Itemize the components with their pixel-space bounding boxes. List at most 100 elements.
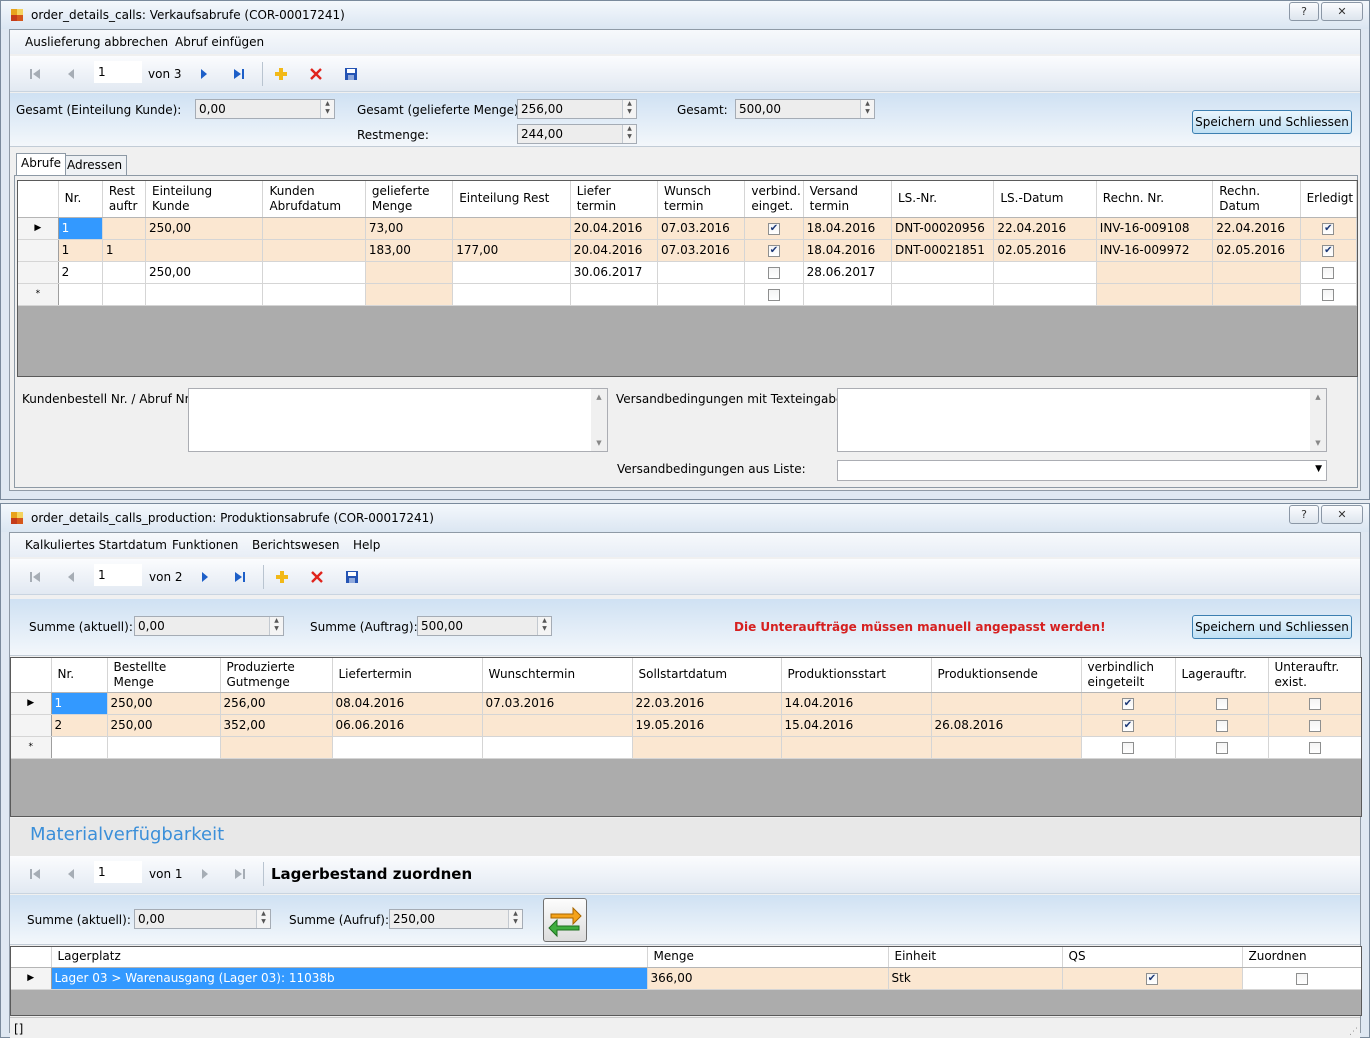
versand-liste-dropdown[interactable]: ▼ [837, 460, 1327, 481]
cell-kunden-abrufdatum[interactable] [262, 217, 366, 240]
help-button[interactable]: ? [1289, 505, 1319, 524]
col-header-ls-datum[interactable]: LS.-Datum [993, 181, 1097, 218]
cell-versandtermin[interactable]: 28.06.2017 [803, 261, 892, 284]
cell-unterauftr-exist[interactable] [1268, 714, 1361, 737]
cell-ls-nr[interactable]: DNT-00021851 [891, 239, 995, 262]
cell-ls-datum[interactable]: 22.04.2016 [993, 217, 1097, 240]
col-header-ls-nr[interactable]: LS.-Nr. [891, 181, 995, 218]
versand-text-textarea[interactable]: ▲ ▼ [837, 388, 1327, 452]
col-header-einheit[interactable]: Einheit [888, 947, 1063, 968]
cell-ls-nr[interactable] [891, 261, 995, 284]
cell-verbindlich-eingeteilt[interactable]: ✔ [1081, 692, 1176, 715]
cell-zuordnen[interactable] [1242, 967, 1361, 990]
menu-auslieferung-abbrechen[interactable]: Auslieferung abbrechen [25, 35, 168, 49]
col-header-nr[interactable]: Nr. [51, 658, 108, 693]
cell-einteilung-rest[interactable] [452, 261, 571, 284]
cell-rechn-nr[interactable] [1096, 261, 1214, 284]
cell-verbindlich-eingeteilt[interactable]: ✔ [1081, 714, 1176, 737]
cell-nr[interactable]: 1 [58, 217, 103, 240]
cell-einteilung-rest[interactable]: 177,00 [452, 239, 571, 262]
spin-buttons-icon[interactable]: ▲ ▼ [269, 617, 283, 635]
cell-lagerauftr[interactable] [1175, 736, 1269, 759]
spin-buttons-icon[interactable]: ▲ ▼ [622, 125, 636, 143]
cell-wunschtermin[interactable]: 07.03.2016 [657, 239, 746, 262]
spin-buttons-icon[interactable]: ▲ ▼ [622, 100, 636, 118]
cell-rechn-nr[interactable] [1096, 283, 1214, 306]
cell-rest-auftr[interactable] [102, 217, 147, 240]
chevron-down-icon[interactable]: ▼ [1315, 464, 1322, 474]
cell-verbind-einget[interactable] [744, 261, 804, 284]
cell-wunschtermin[interactable]: 07.03.2016 [657, 217, 746, 240]
cell-liefertermin[interactable]: 08.04.2016 [332, 692, 483, 715]
checkbox-checked-icon[interactable]: ✔ [1322, 244, 1335, 257]
cell-versandtermin[interactable] [803, 283, 892, 306]
cell-liefertermin[interactable] [570, 283, 659, 306]
col-header-unterauftr-exist[interactable]: Unterauftr. exist. [1268, 658, 1361, 693]
checkbox-checked-icon[interactable]: ✔ [1122, 719, 1134, 732]
cell-wunschtermin[interactable] [482, 714, 633, 737]
cell-ls-datum[interactable]: 02.05.2016 [993, 239, 1097, 262]
col-header-wunschtermin[interactable]: Wunsch termin [657, 181, 746, 218]
checkbox-icon[interactable] [767, 266, 780, 279]
position-input[interactable] [94, 564, 142, 586]
cell-erledigt[interactable]: ✔ [1300, 217, 1357, 240]
current-row-indicator-icon[interactable]: ▶ [11, 967, 52, 990]
col-header-lagerauftr[interactable]: Lagerauftr. [1175, 658, 1269, 693]
next-record-icon[interactable] [198, 570, 212, 584]
checkbox-icon[interactable] [767, 288, 780, 301]
previous-record-icon[interactable] [64, 867, 78, 881]
cell-ls-datum[interactable] [993, 261, 1097, 284]
col-header-kunden-abrufdatum[interactable]: Kunden Abrufdatum [262, 181, 366, 218]
previous-record-icon[interactable] [64, 570, 78, 584]
cell-erledigt[interactable]: ✔ [1300, 239, 1357, 262]
table-row[interactable]: 2 250,00 30.06.2017 28.06.2017 [18, 261, 1357, 284]
cell-lagerauftr[interactable] [1175, 692, 1269, 715]
cell-rechn-datum[interactable]: 22.04.2016 [1212, 217, 1301, 240]
col-header-einteilung-rest[interactable]: Einteilung Rest [452, 181, 571, 218]
current-row-indicator-icon[interactable]: ▶ [18, 217, 59, 240]
cell-wunschtermin[interactable] [657, 261, 746, 284]
checkbox-icon[interactable] [1322, 266, 1335, 279]
kundenbestell-textarea[interactable]: ▲ ▼ [188, 388, 608, 452]
cell-kunden-abrufdatum[interactable] [262, 283, 366, 306]
cell-sollstartdatum[interactable]: 22.03.2016 [632, 692, 782, 715]
cell-nr[interactable]: 2 [58, 261, 103, 284]
col-header-zuordnen[interactable]: Zuordnen [1242, 947, 1361, 968]
cell-produktionsende[interactable] [931, 736, 1082, 759]
menu-berichtswesen[interactable]: Berichtswesen [252, 538, 339, 552]
cell-verbindlich-eingeteilt[interactable] [1081, 736, 1176, 759]
first-record-icon[interactable] [28, 570, 42, 584]
save-and-close-button[interactable]: Speichern und Schliessen [1192, 615, 1352, 639]
table-row[interactable]: * [18, 283, 1357, 306]
cell-wunschtermin[interactable]: 07.03.2016 [482, 692, 633, 715]
cell-erledigt[interactable] [1300, 261, 1357, 284]
save-record-icon[interactable] [345, 570, 359, 584]
table-row[interactable]: 1 1 183,00 177,00 20.04.2016 07.03.2016 ✔ 18.04… [18, 239, 1357, 262]
table-row[interactable]: * [11, 736, 1361, 759]
current-row-indicator-icon[interactable]: ▶ [11, 692, 52, 715]
cell-sollstartdatum[interactable] [632, 736, 782, 759]
cell-gelieferte-menge[interactable]: 73,00 [365, 217, 454, 240]
spin-buttons-icon[interactable]: ▲ ▼ [320, 100, 334, 118]
spin-buttons-icon[interactable]: ▲ ▼ [256, 910, 270, 928]
cell-einteilung-rest[interactable] [452, 217, 571, 240]
cell-nr[interactable] [58, 283, 103, 306]
col-header-lagerplatz[interactable]: Lagerplatz [51, 947, 648, 968]
col-header-qs[interactable]: QS [1062, 947, 1243, 968]
col-header-gelieferte-menge[interactable]: gelieferte Menge [365, 181, 454, 218]
first-record-icon[interactable] [28, 67, 42, 81]
next-record-icon[interactable] [197, 67, 211, 81]
summe-aktuell-field[interactable]: 0,00 ▲ ▼ [134, 616, 284, 636]
summe-aufruf-field[interactable]: 250,00 ▲ ▼ [389, 909, 523, 929]
cell-produktionsende[interactable] [931, 692, 1082, 715]
first-record-icon[interactable] [28, 867, 42, 881]
scrollbar[interactable]: ▲ ▼ [1310, 389, 1326, 451]
checkbox-checked-icon[interactable]: ✔ [1146, 972, 1158, 985]
cell-gelieferte-menge[interactable]: 183,00 [365, 239, 454, 262]
cell-gelieferte-menge[interactable] [365, 261, 454, 284]
gesamt-einteilung-field[interactable]: 0,00 ▲ ▼ [195, 99, 335, 119]
position-input[interactable] [94, 861, 142, 883]
table-row[interactable]: ▶ 1 250,00 256,00 08.04.2016 07.03.2016 22.03.… [11, 692, 1361, 715]
col-header-rechn-datum[interactable]: Rechn. Datum [1212, 181, 1301, 218]
table-row[interactable]: 2 250,00 352,00 06.06.2016 19.05.2016 15.04.2… [11, 714, 1361, 737]
